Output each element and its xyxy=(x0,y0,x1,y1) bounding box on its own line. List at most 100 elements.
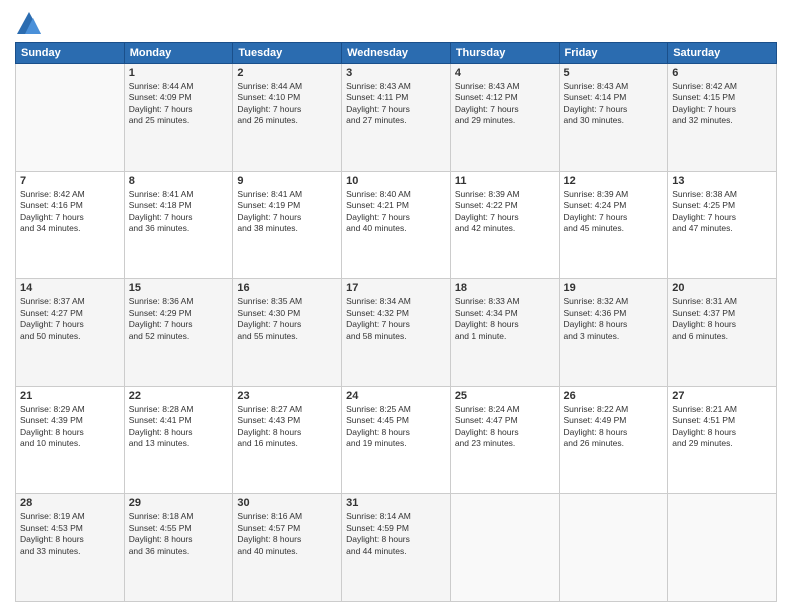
day-header-wednesday: Wednesday xyxy=(342,43,451,64)
calendar-header-row: SundayMondayTuesdayWednesdayThursdayFrid… xyxy=(16,43,777,64)
calendar-week-row: 7 Sunrise: 8:42 AM Sunset: 4:16 PM Daylig… xyxy=(16,171,777,279)
day-number: 31 xyxy=(346,497,446,509)
logo-icon xyxy=(15,10,43,38)
cell-info: Sunrise: 8:35 AM Sunset: 4:30 PM Dayligh… xyxy=(237,296,337,342)
day-number: 12 xyxy=(564,175,664,187)
calendar-cell: 22 Sunrise: 8:28 AM Sunset: 4:41 PM Dayli… xyxy=(124,386,233,494)
calendar-cell: 17 Sunrise: 8:34 AM Sunset: 4:32 PM Dayli… xyxy=(342,279,451,387)
cell-info: Sunrise: 8:40 AM Sunset: 4:21 PM Dayligh… xyxy=(346,189,446,235)
day-number: 10 xyxy=(346,175,446,187)
day-header-saturday: Saturday xyxy=(668,43,777,64)
calendar-cell: 29 Sunrise: 8:18 AM Sunset: 4:55 PM Dayli… xyxy=(124,494,233,602)
cell-info: Sunrise: 8:43 AM Sunset: 4:11 PM Dayligh… xyxy=(346,81,446,127)
day-number: 7 xyxy=(20,175,120,187)
day-number: 6 xyxy=(672,67,772,79)
day-number: 14 xyxy=(20,282,120,294)
cell-info: Sunrise: 8:42 AM Sunset: 4:15 PM Dayligh… xyxy=(672,81,772,127)
calendar-cell: 8 Sunrise: 8:41 AM Sunset: 4:18 PM Daylig… xyxy=(124,171,233,279)
calendar-cell xyxy=(668,494,777,602)
calendar-cell: 4 Sunrise: 8:43 AM Sunset: 4:12 PM Daylig… xyxy=(450,64,559,172)
cell-info: Sunrise: 8:25 AM Sunset: 4:45 PM Dayligh… xyxy=(346,404,446,450)
calendar-cell xyxy=(16,64,125,172)
cell-info: Sunrise: 8:32 AM Sunset: 4:36 PM Dayligh… xyxy=(564,296,664,342)
day-number: 8 xyxy=(129,175,229,187)
day-header-friday: Friday xyxy=(559,43,668,64)
cell-info: Sunrise: 8:41 AM Sunset: 4:18 PM Dayligh… xyxy=(129,189,229,235)
day-number: 27 xyxy=(672,390,772,402)
day-header-sunday: Sunday xyxy=(16,43,125,64)
calendar-cell: 3 Sunrise: 8:43 AM Sunset: 4:11 PM Daylig… xyxy=(342,64,451,172)
day-number: 1 xyxy=(129,67,229,79)
cell-info: Sunrise: 8:34 AM Sunset: 4:32 PM Dayligh… xyxy=(346,296,446,342)
day-number: 2 xyxy=(237,67,337,79)
calendar-cell: 30 Sunrise: 8:16 AM Sunset: 4:57 PM Dayli… xyxy=(233,494,342,602)
day-number: 26 xyxy=(564,390,664,402)
cell-info: Sunrise: 8:18 AM Sunset: 4:55 PM Dayligh… xyxy=(129,511,229,557)
calendar-table: SundayMondayTuesdayWednesdayThursdayFrid… xyxy=(15,42,777,602)
header xyxy=(15,10,777,38)
cell-info: Sunrise: 8:21 AM Sunset: 4:51 PM Dayligh… xyxy=(672,404,772,450)
cell-info: Sunrise: 8:22 AM Sunset: 4:49 PM Dayligh… xyxy=(564,404,664,450)
calendar-cell: 12 Sunrise: 8:39 AM Sunset: 4:24 PM Dayli… xyxy=(559,171,668,279)
cell-info: Sunrise: 8:37 AM Sunset: 4:27 PM Dayligh… xyxy=(20,296,120,342)
day-number: 5 xyxy=(564,67,664,79)
calendar-cell: 5Sunrise: 8:43 AM Sunset: 4:14 PM Daylig… xyxy=(559,64,668,172)
cell-info: Sunrise: 8:44 AM Sunset: 4:10 PM Dayligh… xyxy=(237,81,337,127)
calendar-cell xyxy=(450,494,559,602)
day-header-thursday: Thursday xyxy=(450,43,559,64)
page: SundayMondayTuesdayWednesdayThursdayFrid… xyxy=(0,0,792,612)
day-number: 17 xyxy=(346,282,446,294)
day-number: 13 xyxy=(672,175,772,187)
day-number: 25 xyxy=(455,390,555,402)
day-number: 4 xyxy=(455,67,555,79)
calendar-cell: 13 Sunrise: 8:38 AM Sunset: 4:25 PM Dayli… xyxy=(668,171,777,279)
day-number: 9 xyxy=(237,175,337,187)
calendar-cell: 18Sunrise: 8:33 AM Sunset: 4:34 PM Dayli… xyxy=(450,279,559,387)
cell-info: Sunrise: 8:16 AM Sunset: 4:57 PM Dayligh… xyxy=(237,511,337,557)
day-number: 11 xyxy=(455,175,555,187)
cell-info: Sunrise: 8:38 AM Sunset: 4:25 PM Dayligh… xyxy=(672,189,772,235)
calendar-cell: 14 Sunrise: 8:37 AM Sunset: 4:27 PM Dayli… xyxy=(16,279,125,387)
day-number: 22 xyxy=(129,390,229,402)
cell-info: Sunrise: 8:44 AM Sunset: 4:09 PM Dayligh… xyxy=(129,81,229,127)
day-number: 30 xyxy=(237,497,337,509)
calendar-cell: 23Sunrise: 8:27 AM Sunset: 4:43 PM Dayli… xyxy=(233,386,342,494)
calendar-cell: 26 Sunrise: 8:22 AM Sunset: 4:49 PM Dayli… xyxy=(559,386,668,494)
cell-info: Sunrise: 8:14 AM Sunset: 4:59 PM Dayligh… xyxy=(346,511,446,557)
calendar-week-row: 14 Sunrise: 8:37 AM Sunset: 4:27 PM Dayli… xyxy=(16,279,777,387)
cell-info: Sunrise: 8:36 AM Sunset: 4:29 PM Dayligh… xyxy=(129,296,229,342)
calendar-cell: 25Sunrise: 8:24 AM Sunset: 4:47 PM Dayli… xyxy=(450,386,559,494)
cell-info: Sunrise: 8:39 AM Sunset: 4:22 PM Dayligh… xyxy=(455,189,555,235)
day-number: 19 xyxy=(564,282,664,294)
day-number: 16 xyxy=(237,282,337,294)
calendar-cell: 16 Sunrise: 8:35 AM Sunset: 4:30 PM Dayli… xyxy=(233,279,342,387)
calendar-cell: 31 Sunrise: 8:14 AM Sunset: 4:59 PM Dayli… xyxy=(342,494,451,602)
calendar-week-row: 28Sunrise: 8:19 AM Sunset: 4:53 PM Dayli… xyxy=(16,494,777,602)
calendar-week-row: 21Sunrise: 8:29 AM Sunset: 4:39 PM Dayli… xyxy=(16,386,777,494)
day-number: 24 xyxy=(346,390,446,402)
cell-info: Sunrise: 8:31 AM Sunset: 4:37 PM Dayligh… xyxy=(672,296,772,342)
cell-info: Sunrise: 8:27 AM Sunset: 4:43 PM Dayligh… xyxy=(237,404,337,450)
cell-info: Sunrise: 8:42 AM Sunset: 4:16 PM Dayligh… xyxy=(20,189,120,235)
calendar-cell: 6 Sunrise: 8:42 AM Sunset: 4:15 PM Daylig… xyxy=(668,64,777,172)
cell-info: Sunrise: 8:41 AM Sunset: 4:19 PM Dayligh… xyxy=(237,189,337,235)
cell-info: Sunrise: 8:19 AM Sunset: 4:53 PM Dayligh… xyxy=(20,511,120,557)
calendar-cell: 24 Sunrise: 8:25 AM Sunset: 4:45 PM Dayli… xyxy=(342,386,451,494)
cell-info: Sunrise: 8:28 AM Sunset: 4:41 PM Dayligh… xyxy=(129,404,229,450)
calendar-cell: 27 Sunrise: 8:21 AM Sunset: 4:51 PM Dayli… xyxy=(668,386,777,494)
calendar-cell: 20 Sunrise: 8:31 AM Sunset: 4:37 PM Dayli… xyxy=(668,279,777,387)
day-number: 29 xyxy=(129,497,229,509)
day-number: 20 xyxy=(672,282,772,294)
day-number: 3 xyxy=(346,67,446,79)
logo xyxy=(15,10,47,38)
day-header-tuesday: Tuesday xyxy=(233,43,342,64)
calendar-cell: 10 Sunrise: 8:40 AM Sunset: 4:21 PM Dayli… xyxy=(342,171,451,279)
calendar-cell: 19 Sunrise: 8:32 AM Sunset: 4:36 PM Dayli… xyxy=(559,279,668,387)
calendar-week-row: 1 Sunrise: 8:44 AM Sunset: 4:09 PM Daylig… xyxy=(16,64,777,172)
cell-info: Sunrise: 8:39 AM Sunset: 4:24 PM Dayligh… xyxy=(564,189,664,235)
cell-info: Sunrise: 8:43 AM Sunset: 4:12 PM Dayligh… xyxy=(455,81,555,127)
calendar-cell: 7 Sunrise: 8:42 AM Sunset: 4:16 PM Daylig… xyxy=(16,171,125,279)
calendar-cell: 15Sunrise: 8:36 AM Sunset: 4:29 PM Dayli… xyxy=(124,279,233,387)
calendar-cell: 28Sunrise: 8:19 AM Sunset: 4:53 PM Dayli… xyxy=(16,494,125,602)
day-header-monday: Monday xyxy=(124,43,233,64)
